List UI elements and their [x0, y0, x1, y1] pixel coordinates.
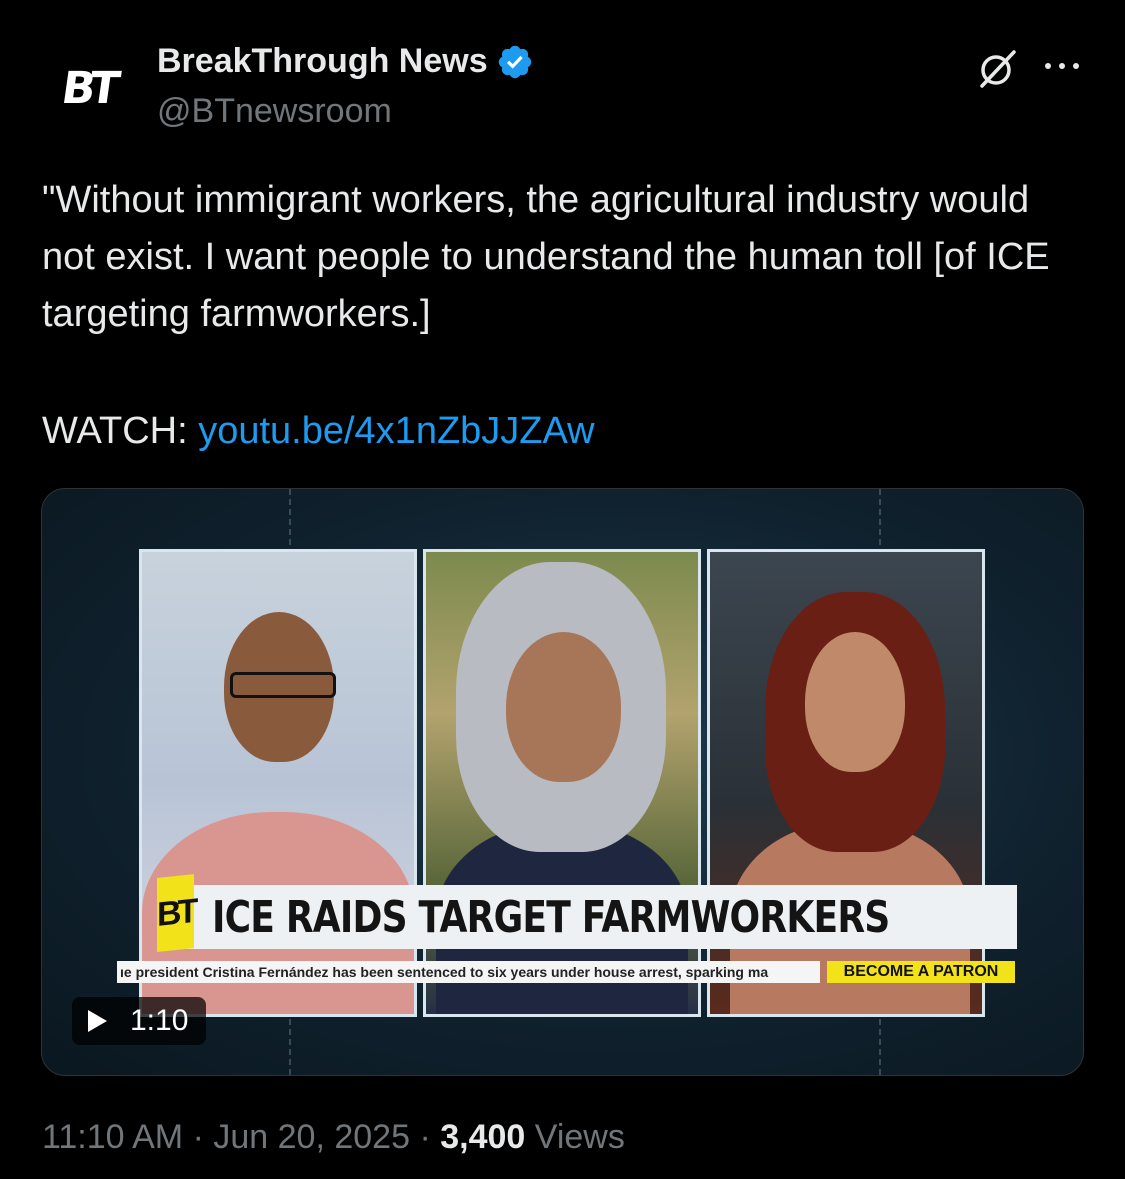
become-patron-badge: BECOME A PATRON	[827, 961, 1015, 983]
avatar[interactable]: BT	[44, 44, 132, 132]
tweet-meta: 11:10 AM · Jun 20, 2025 · 3,400 Views	[42, 1118, 625, 1157]
video-player[interactable]: BT ICE RAIDS TARGET FARMWORKERS ıe presi…	[41, 488, 1084, 1076]
watch-line: WATCH: youtu.be/4x1nZbJJZAw	[42, 403, 595, 460]
author-name[interactable]: BreakThrough News	[157, 42, 488, 81]
speaker-head	[506, 632, 621, 782]
video-duration: 1:10	[130, 1004, 189, 1037]
video-banner: BT ICE RAIDS TARGET FARMWORKERS	[157, 874, 1017, 952]
author-name-row: BreakThrough News	[157, 42, 534, 81]
play-icon	[88, 1010, 107, 1032]
tweet-time[interactable]: 11:10 AM	[42, 1118, 183, 1156]
glasses	[230, 672, 336, 698]
speaker-head	[805, 632, 905, 772]
news-ticker: ıe president Cristina Fernández has been…	[117, 961, 820, 983]
grok-icon[interactable]	[976, 46, 1020, 90]
banner-logo: BT	[157, 874, 195, 952]
watch-label: WATCH:	[42, 410, 199, 452]
tweet-text: "Without immigrant workers, the agricult…	[42, 179, 1061, 335]
separator: ·	[419, 1118, 431, 1156]
duration-badge[interactable]: 1:10	[72, 997, 206, 1045]
views-label: Views	[534, 1118, 625, 1156]
author-handle[interactable]: @BTnewsroom	[157, 92, 392, 131]
separator: ·	[192, 1118, 204, 1156]
more-options-icon[interactable]	[1040, 54, 1084, 78]
banner-title: ICE RAIDS TARGET FARMWORKERS	[212, 891, 890, 943]
verified-badge-icon	[498, 45, 531, 78]
avatar-logo: BT	[58, 62, 118, 114]
tweet-date[interactable]: Jun 20, 2025	[213, 1118, 410, 1156]
views-count: 3,400	[440, 1118, 526, 1156]
video-link[interactable]: youtu.be/4x1nZbJJZAw	[198, 410, 594, 452]
